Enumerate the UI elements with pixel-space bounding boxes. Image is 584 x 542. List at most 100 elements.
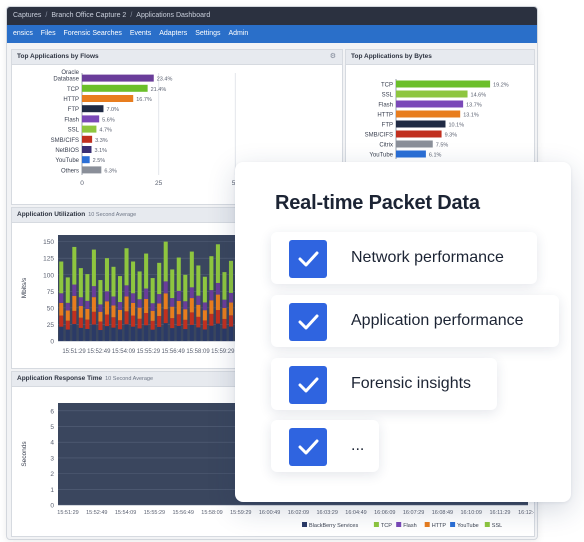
y-axis-label: Mbits/s (21, 277, 28, 298)
data-label: 10.1% (448, 123, 464, 129)
bar-segment (72, 310, 77, 325)
bar-segment (104, 258, 109, 292)
bar-segment (170, 269, 175, 299)
bar-segment (202, 302, 207, 311)
x-tick-label: 15:55:29 (144, 510, 165, 516)
bar-segment (222, 328, 227, 341)
bar (82, 105, 104, 113)
feature-label: Application performance (351, 312, 524, 329)
bar-segment (170, 318, 175, 329)
bar-segment (124, 248, 129, 286)
x-tick-label: 15:58:09 (201, 510, 222, 516)
bar-segment (144, 253, 149, 289)
checkbox-checked[interactable] (289, 366, 327, 404)
nav-item-adapters[interactable]: Adapters (159, 30, 187, 37)
x-tick-label: 15:59:29 (211, 349, 235, 355)
bar-segment (189, 287, 194, 299)
bar (82, 135, 93, 143)
bar-segment (59, 261, 64, 294)
x-tick-label: 15:58:09 (186, 349, 210, 355)
bar-segment (78, 297, 83, 307)
x-tick-label: 15:55:29 (137, 349, 161, 355)
bar-segment (163, 281, 168, 294)
nav-item-forensics[interactable]: ensics (13, 30, 33, 37)
flows-panel-title: Top Applications by Flows ⚙ (12, 50, 342, 65)
category-label: YouTube (369, 153, 393, 159)
bar-segment (189, 298, 194, 313)
bar-segment (117, 302, 123, 310)
bar (82, 115, 100, 123)
bar-segment (98, 321, 103, 331)
bar-segment (228, 302, 234, 316)
feature-item-network: Network performance (271, 232, 537, 284)
bar-segment (91, 297, 96, 312)
bar-segment (157, 303, 162, 316)
bar-segment (65, 310, 70, 321)
bar-segment (117, 320, 123, 330)
bar-segment (150, 329, 155, 341)
category-label: TCP (381, 83, 393, 89)
bar (396, 90, 468, 98)
bar-segment (144, 299, 149, 314)
y-tick-label: 6 (50, 408, 54, 415)
breadcrumb-item-capture[interactable]: Branch Office Capture 2 (51, 12, 126, 19)
legend-swatch (424, 522, 430, 527)
bar-segment (78, 306, 83, 318)
bar-segment (163, 293, 168, 310)
nav-item-admin[interactable]: Admin (228, 30, 248, 37)
bar-segment (117, 329, 123, 341)
bar-segment (85, 328, 90, 341)
bar-segment (209, 313, 214, 326)
bar-segment (157, 262, 162, 295)
bar-segment (144, 313, 149, 326)
bar-segment (111, 327, 116, 341)
category-label: SSL (382, 93, 394, 99)
bar (82, 146, 92, 153)
bar-segment (59, 315, 64, 327)
bar-segment (124, 285, 129, 297)
x-tick-label: 25 (155, 180, 163, 187)
bar-segment (144, 288, 149, 300)
bar-segment (98, 280, 103, 305)
feature-label: Network performance (351, 249, 504, 266)
x-tick-label: 15:56:49 (162, 349, 186, 355)
breadcrumb-item-captures[interactable]: Captures (13, 12, 41, 19)
legend-label: BlackBerry Services (309, 523, 358, 529)
bar-segment (209, 300, 214, 314)
legend-label: YouTube (457, 523, 479, 529)
checkmark-icon (298, 439, 319, 455)
bar-segment (157, 294, 162, 304)
bar-segment (91, 249, 96, 287)
bar-segment (91, 324, 96, 341)
category-label: SMB/CIFS (365, 133, 393, 139)
bar-segment (72, 295, 77, 311)
bar-segment (163, 309, 168, 324)
bar-segment (150, 320, 155, 330)
bar-segment (215, 310, 220, 324)
bar-segment (124, 296, 129, 312)
gear-icon[interactable]: ⚙ (330, 50, 336, 64)
y-tick-label: 0 (50, 503, 54, 510)
nav-item-events[interactable]: Events (130, 30, 151, 37)
bar-segment (117, 309, 123, 321)
category-label: FTP (382, 123, 393, 129)
x-tick-label: 16:02:09 (288, 510, 309, 516)
bar-segment (91, 286, 96, 298)
bar-segment (111, 305, 116, 318)
category-label: Flash (378, 103, 393, 109)
category-label: Citrix (379, 143, 393, 149)
checkbox-checked[interactable] (289, 303, 327, 341)
bar-segment (137, 307, 142, 319)
checkbox-checked[interactable] (289, 428, 327, 466)
nav-item-settings[interactable]: Settings (195, 30, 220, 37)
bar-segment (183, 274, 188, 302)
nav-item-files[interactable]: Files (41, 30, 56, 37)
y-axis-label: Seconds (21, 441, 28, 467)
x-tick-label: 16:07:29 (403, 510, 424, 516)
bar-segment (65, 320, 70, 330)
checkbox-checked[interactable] (289, 240, 327, 278)
nav-item-forensic-searches[interactable]: Forensic Searches (64, 30, 122, 37)
bar-segment (111, 296, 116, 306)
bar-segment (196, 316, 201, 328)
bar-segment (85, 308, 90, 320)
